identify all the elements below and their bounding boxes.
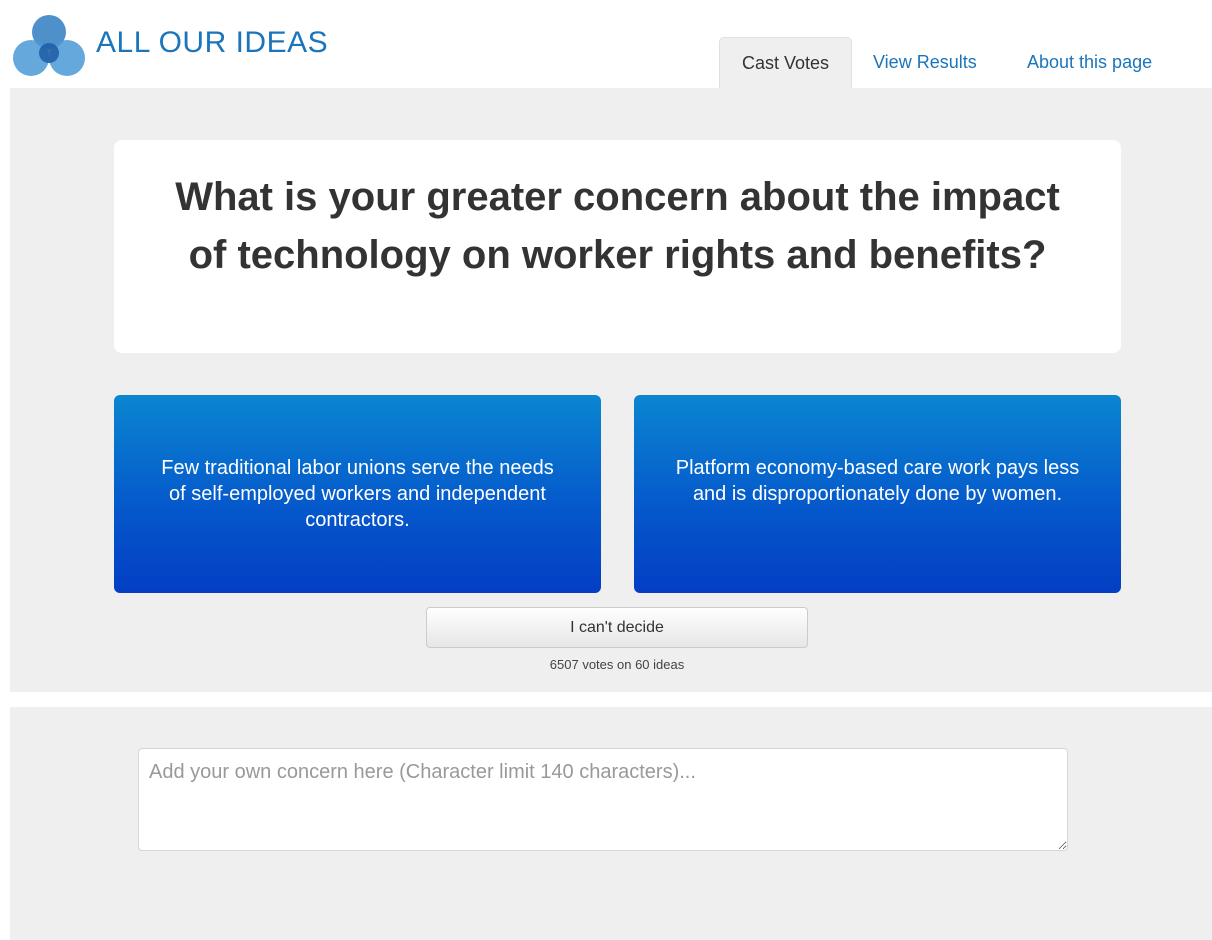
question-heading: What is your greater concern about the i… [114, 140, 1121, 353]
tab-view-results[interactable]: View Results [873, 37, 977, 88]
tab-about-this-page[interactable]: About this page [1027, 37, 1152, 88]
trefoil-logo-icon[interactable] [10, 8, 88, 78]
brand-title[interactable]: ALL OUR IDEAS [96, 26, 328, 60]
vote-panel: What is your greater concern about the i… [10, 88, 1212, 692]
add-idea-panel [10, 707, 1212, 940]
choice-left-button[interactable]: Few traditional labor unions serve the n… [114, 395, 601, 593]
vote-count: 6507 votes on 60 ideas [549, 657, 685, 672]
add-idea-input[interactable] [138, 748, 1068, 851]
tab-cast-votes[interactable]: Cast Votes [719, 37, 852, 88]
cant-decide-button[interactable]: I can't decide [426, 607, 808, 648]
header: ALL OUR IDEAS Cast Votes View Results Ab… [0, 0, 1212, 88]
choice-right-button[interactable]: Platform economy-based care work pays le… [634, 395, 1121, 593]
